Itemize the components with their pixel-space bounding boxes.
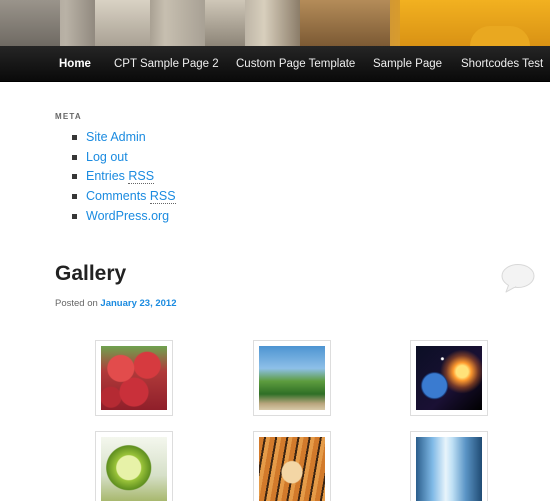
meta-widget-title: META bbox=[55, 112, 82, 121]
raspberries-image bbox=[101, 346, 167, 410]
rss-abbr: RSS bbox=[149, 189, 176, 205]
gallery-thumbnail[interactable] bbox=[95, 340, 173, 416]
post-meta: Posted on January 23, 2012 bbox=[55, 298, 176, 309]
list-item: Comments RSS bbox=[72, 187, 176, 207]
entries-rss-label: Entries bbox=[86, 169, 129, 184]
post-date-link[interactable]: January 23, 2012 bbox=[100, 298, 176, 309]
site-admin-link[interactable]: Site Admin bbox=[86, 130, 146, 144]
tiger-image bbox=[259, 437, 325, 501]
nav-item-custom-page-template[interactable]: Custom Page Template bbox=[236, 46, 355, 82]
wordpress-org-link[interactable]: WordPress.org bbox=[86, 209, 169, 223]
header-image bbox=[0, 0, 550, 46]
comments-rss-link[interactable]: Comments RSS bbox=[86, 189, 176, 205]
list-item: Site Admin bbox=[72, 128, 176, 148]
posted-on-label: Posted on bbox=[55, 298, 101, 309]
post-title[interactable]: Gallery bbox=[55, 262, 126, 286]
rss-abbr: RSS bbox=[128, 169, 155, 185]
nav-item-cpt-sample-page-2[interactable]: CPT Sample Page 2 bbox=[114, 46, 219, 82]
main-navigation: Home CPT Sample Page 2 Custom Page Templ… bbox=[0, 46, 550, 82]
planet-image bbox=[416, 346, 482, 410]
log-out-link[interactable]: Log out bbox=[86, 150, 128, 164]
gallery-thumbnail[interactable] bbox=[253, 431, 331, 501]
gallery-thumbnail[interactable] bbox=[410, 431, 488, 501]
nav-item-home[interactable]: Home bbox=[59, 46, 91, 82]
lime-image bbox=[101, 437, 167, 501]
waterfall-image bbox=[416, 437, 482, 501]
list-item: WordPress.org bbox=[72, 207, 176, 227]
entries-rss-link[interactable]: Entries RSS bbox=[86, 169, 155, 185]
gallery-thumbnail[interactable] bbox=[410, 340, 488, 416]
nav-item-sample-page[interactable]: Sample Page bbox=[373, 46, 442, 82]
list-item: Log out bbox=[72, 148, 176, 168]
meta-widget-list: Site Admin Log out Entries RSS Comments … bbox=[72, 128, 176, 226]
nav-item-shortcodes-test[interactable]: Shortcodes Test bbox=[461, 46, 543, 82]
gallery-thumbnail[interactable] bbox=[253, 340, 331, 416]
gallery-thumbnail[interactable] bbox=[95, 431, 173, 501]
palm-beach-image bbox=[259, 346, 325, 410]
comments-rss-label: Comments bbox=[86, 189, 150, 204]
comment-bubble-icon[interactable] bbox=[500, 263, 536, 293]
list-item: Entries RSS bbox=[72, 167, 176, 187]
